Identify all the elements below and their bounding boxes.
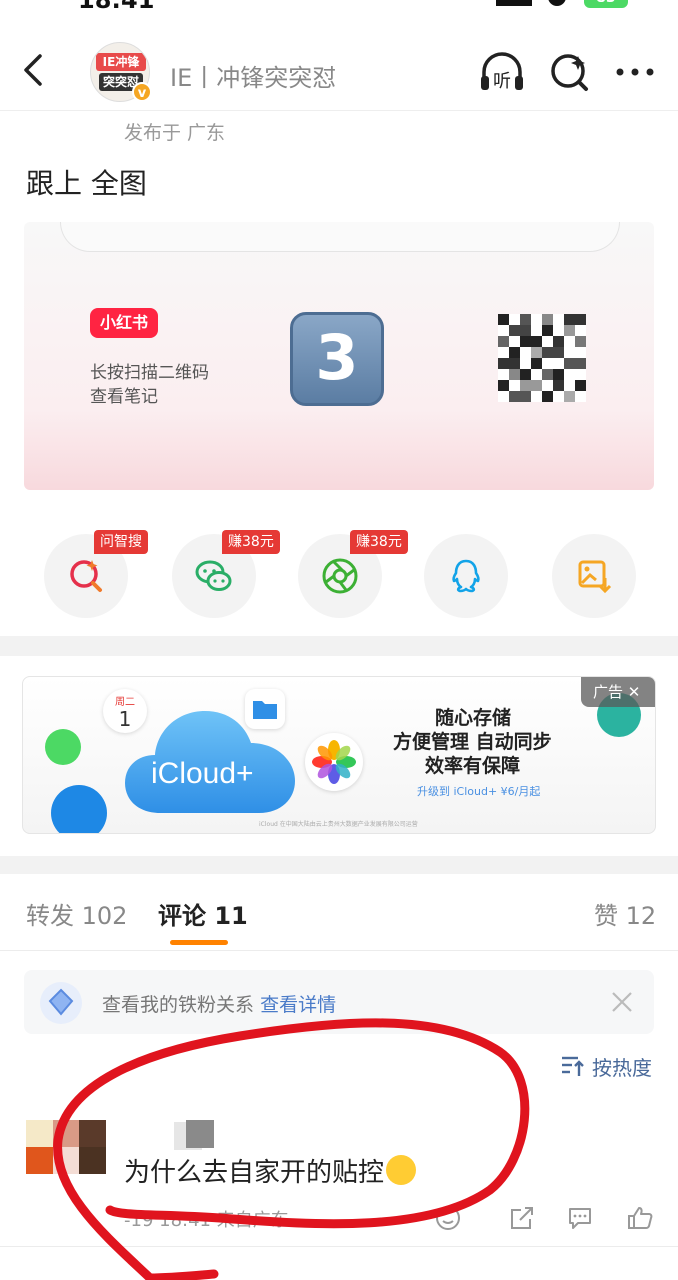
weibo-post-page: 18:41 83 IE冲锋 突突怼 v IE丨冲锋突突怼 听 <box>0 0 678 1280</box>
avatar-text-top: IE冲锋 <box>96 53 146 71</box>
diamond-icon <box>48 988 74 1016</box>
laughing-crying-emoji-icon <box>386 1155 417 1185</box>
comment-text-content: 为什么去自家开的贴控 <box>124 1158 385 1188</box>
ad-headline-1: 随心存储 <box>435 707 512 729</box>
fan-relation-text: 查看我的铁粉关系 查看详情 <box>102 990 336 1017</box>
sort-icon <box>562 1056 584 1076</box>
header-divider <box>0 110 678 111</box>
reply-icon[interactable] <box>566 1204 594 1232</box>
fan-relation-link[interactable]: 查看详情 <box>260 994 336 1016</box>
qr-code-icon <box>498 314 586 402</box>
comment-username-blurred[interactable] <box>124 1118 264 1150</box>
tab-comments[interactable]: 评论 11 <box>158 896 248 931</box>
share-tag-ask-search: 问智搜 <box>94 530 148 554</box>
share-options: 问智搜 赚38元 赚38元 <box>0 530 678 620</box>
name-pixel <box>186 1120 214 1148</box>
search-button[interactable] <box>548 50 592 94</box>
avatar-pixel <box>79 1147 106 1174</box>
share-tag-moments: 赚38元 <box>350 530 408 554</box>
number-emoji-icon: 3 <box>290 312 384 406</box>
scan-hint-line2: 查看笔记 <box>90 387 158 407</box>
qq-icon <box>452 559 480 593</box>
section-separator <box>0 636 678 656</box>
tab-likes[interactable]: 赞 12 <box>594 896 656 931</box>
react-icon[interactable] <box>434 1204 462 1232</box>
share-tag-wechat: 赚38元 <box>222 530 280 554</box>
wechat-icon <box>195 560 232 591</box>
fan-relation-bar[interactable]: 查看我的铁粉关系 查看详情 <box>24 970 654 1034</box>
header: IE冲锋 突突怼 v IE丨冲锋突突怼 听 <box>0 30 678 110</box>
more-dots-icon <box>616 68 654 76</box>
like-thumb-icon[interactable] <box>626 1204 654 1232</box>
comment-avatar[interactable] <box>26 1120 106 1174</box>
avatar-pixel <box>53 1147 80 1174</box>
ad-fine-print: iCloud 在中国大陆由云上贵州大数据产业发展有限公司运营 <box>259 821 418 828</box>
status-bar: 18:41 83 <box>0 0 678 14</box>
save-image-icon <box>578 560 612 594</box>
ad-label: 广告 <box>593 683 624 701</box>
status-time: 18:41 <box>78 0 155 14</box>
phone-notch-outline <box>60 222 620 252</box>
sort-label: 按热度 <box>592 1056 652 1080</box>
xiaohongshu-logo: 小红书 <box>90 308 158 338</box>
ask-search-icon <box>70 560 102 592</box>
verified-badge-icon: v <box>132 82 152 102</box>
ad-headline-3: 效率有保障 <box>425 755 521 777</box>
listen-button[interactable]: 听 <box>478 50 526 94</box>
ad-headline-2: 方便管理 自动同步 <box>393 731 552 753</box>
page-title[interactable]: IE丨冲锋突突怼 <box>170 58 336 93</box>
more-button[interactable] <box>612 50 658 94</box>
close-icon[interactable] <box>610 990 634 1014</box>
section-separator-2 <box>0 856 678 874</box>
comment-text: 为什么去自家开的贴控 <box>124 1152 417 1189</box>
post-text: 跟上 全图 <box>26 167 147 200</box>
mail-app-icon <box>51 785 107 833</box>
fan-diamond-icon <box>40 982 82 1024</box>
scan-hint-line1: 长按扫描二维码 <box>90 363 209 383</box>
ad-close-button[interactable]: 广告 ✕ <box>581 677 655 707</box>
close-icon: ✕ <box>627 683 641 701</box>
share-save-image-button[interactable] <box>552 534 636 618</box>
post-image[interactable]: 小红书 长按扫描二维码 查看笔记 3 <box>24 222 654 490</box>
avatar-pixel <box>26 1147 53 1174</box>
listen-label: 听 <box>493 71 511 92</box>
headphones-icon: 听 <box>481 52 523 92</box>
moments-icon <box>322 558 358 594</box>
files-app-icon <box>245 689 285 729</box>
icloud-product-label: iCloud+ <box>151 757 254 790</box>
folder-icon <box>253 701 277 719</box>
tab-repost[interactable]: 转发 102 <box>26 896 127 931</box>
avatar-pixel <box>53 1120 80 1147</box>
publish-location: 发布于 广东 <box>124 122 226 144</box>
signal-icon <box>496 0 532 6</box>
messages-app-icon <box>45 729 81 765</box>
active-tab-indicator <box>170 940 228 945</box>
repost-icon[interactable] <box>508 1204 536 1232</box>
photos-flower-icon <box>312 740 356 784</box>
chevron-left-icon <box>24 54 42 86</box>
back-button[interactable] <box>14 50 54 90</box>
comment-divider <box>0 1246 678 1247</box>
share-qq-button[interactable] <box>424 534 508 618</box>
wifi-icon <box>548 0 566 6</box>
avatar-pixel <box>26 1120 53 1147</box>
search-sparkle-icon <box>551 54 588 91</box>
icloud-ad-banner[interactable]: 周二 1 iCloud+ 随心存储 方便管理 自动同步 效率有保障 升级到 iC… <box>22 676 656 834</box>
photos-app-icon <box>305 733 363 791</box>
battery-icon: 83 <box>584 0 628 8</box>
avatar-pixel <box>79 1120 106 1147</box>
fan-relation-label: 查看我的铁粉关系 <box>102 994 255 1016</box>
tabs-divider <box>0 950 678 951</box>
comment-meta: -19 18:41 来自广东 <box>124 1210 289 1231</box>
ad-cta[interactable]: 升级到 iCloud+ ¥6/月起 <box>417 783 540 799</box>
